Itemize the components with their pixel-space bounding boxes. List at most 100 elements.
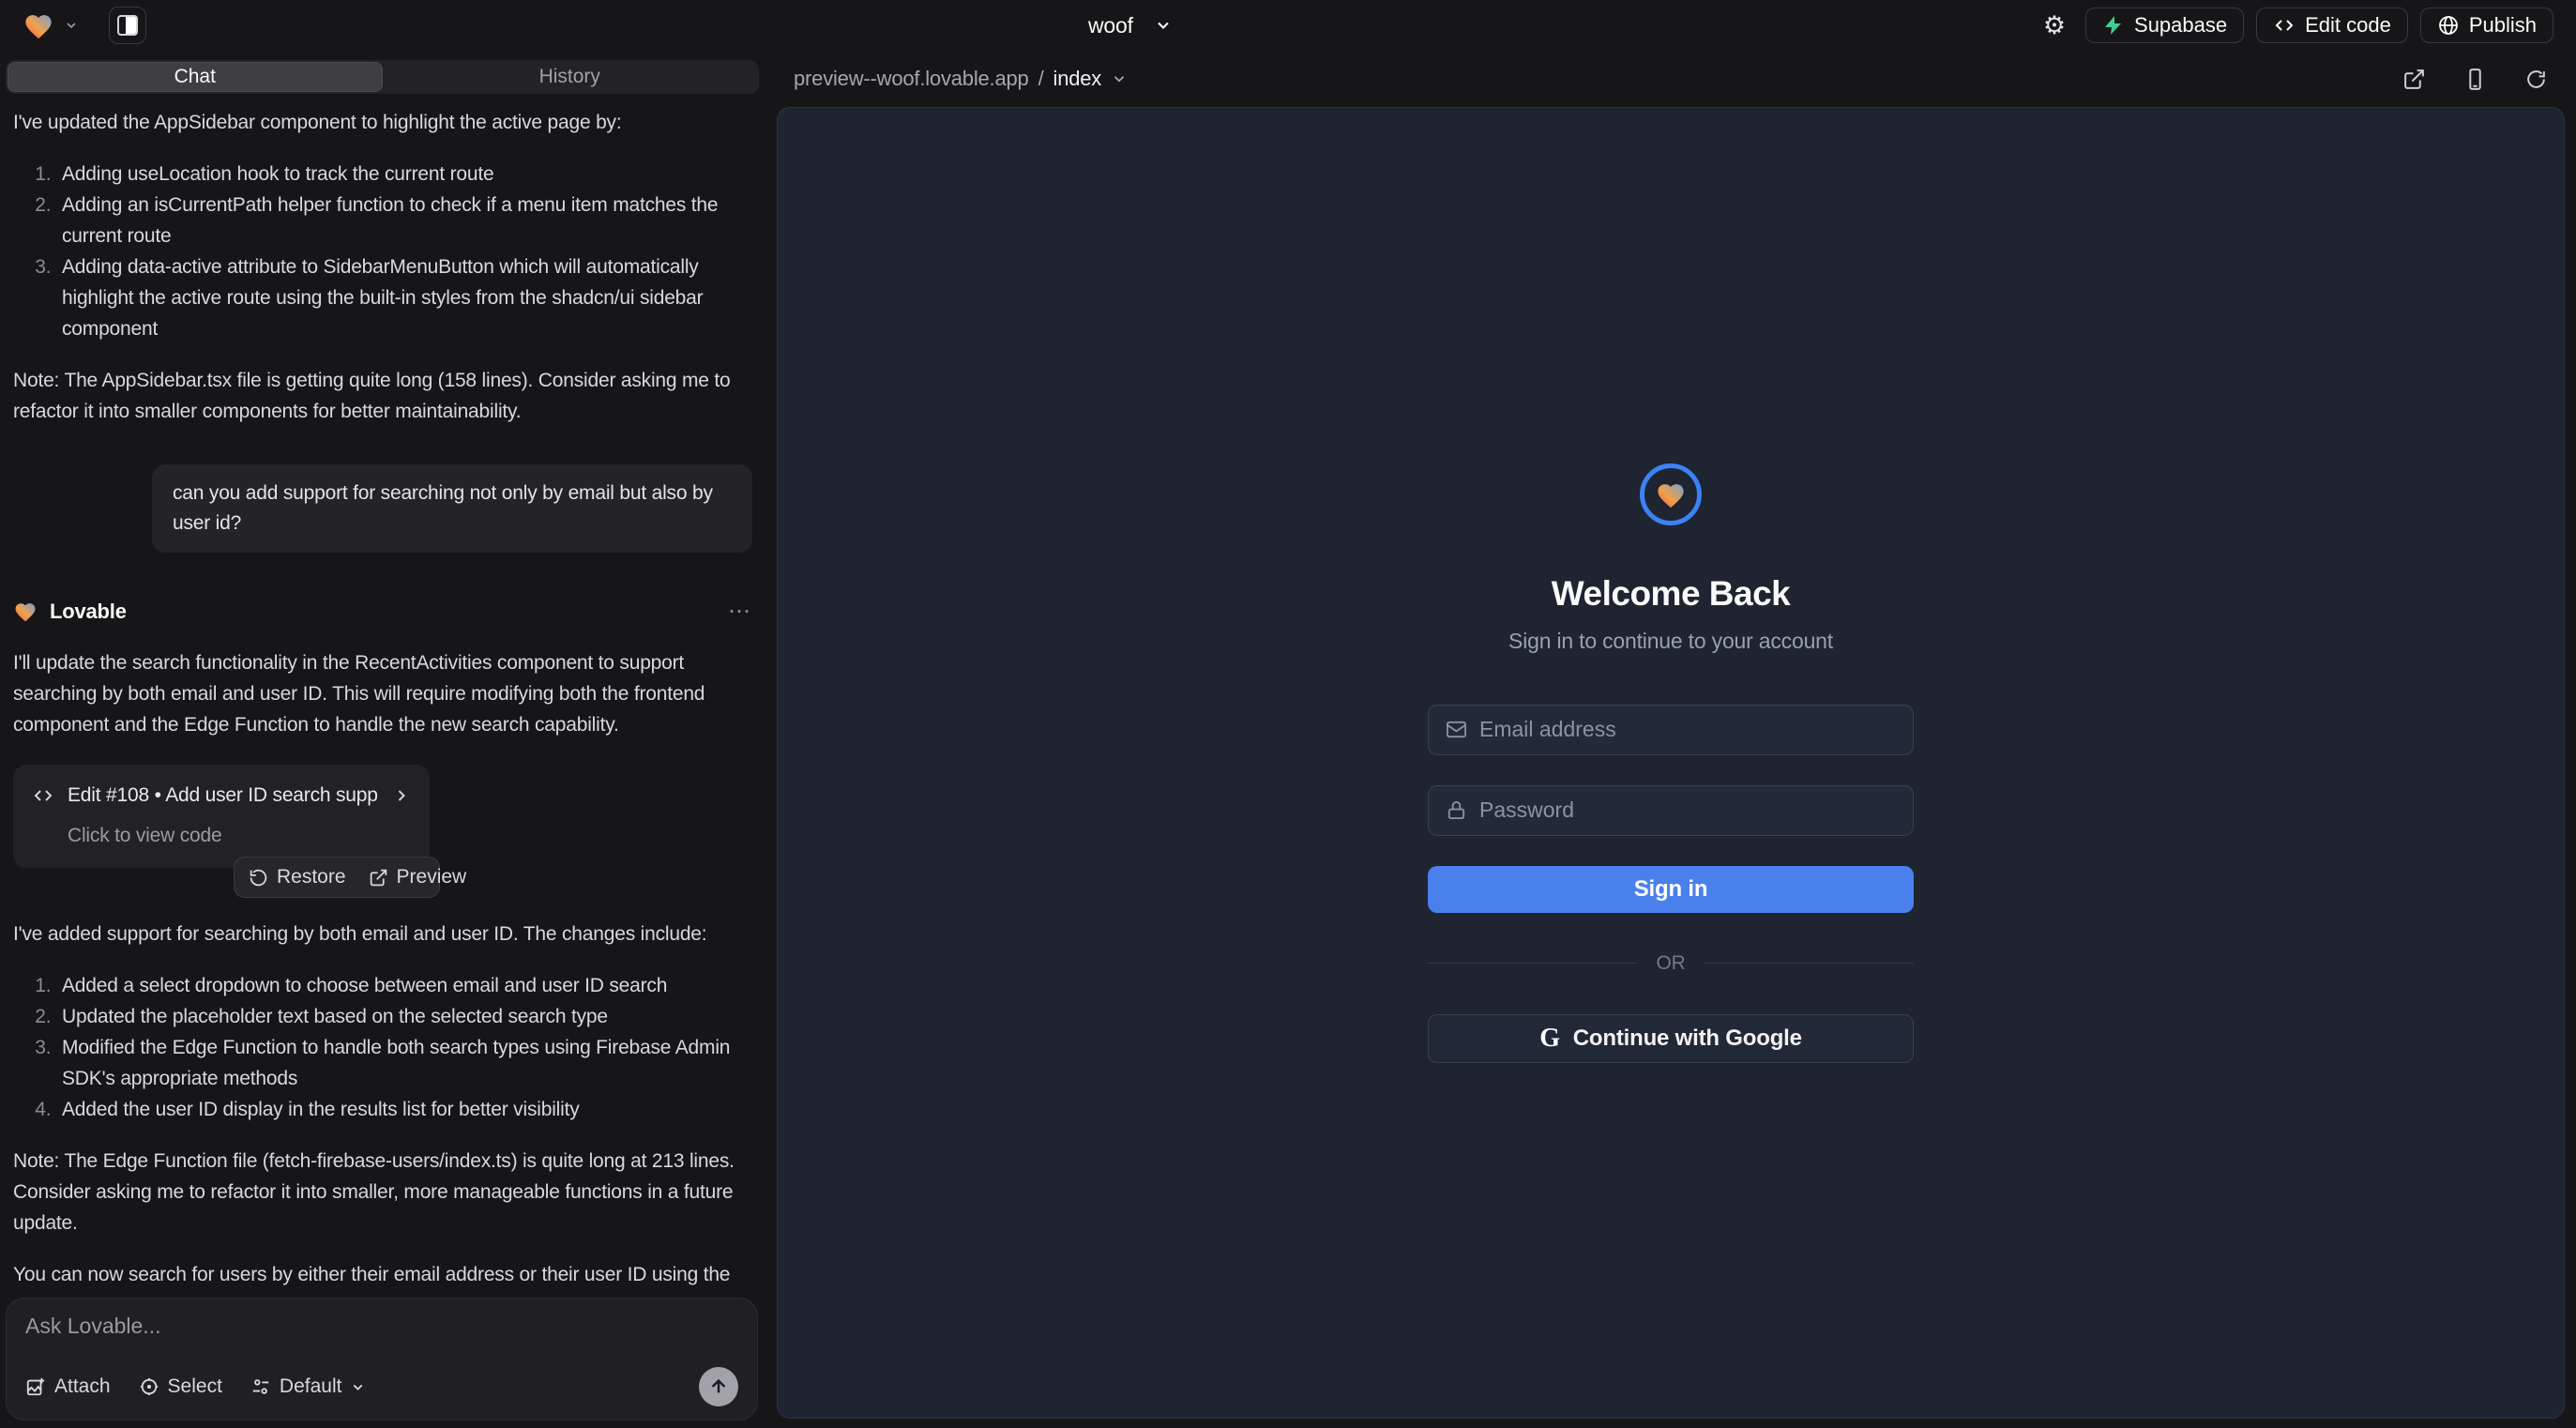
google-icon: G [1539,1024,1560,1054]
preview-toolbar: preview--woof.lovable.app / index [777,51,2565,107]
assistant-header: Lovable ⋯ [13,596,752,627]
composer: Attach Select Default [6,1298,758,1420]
preview-button[interactable]: Preview [369,866,467,889]
attach-button[interactable]: Attach [25,1375,111,1398]
list-item: Adding an isCurrentPath helper function … [56,190,752,251]
sign-in-card: Welcome Back Sign in to continue to your… [1428,463,1914,1063]
top-bar: woof ⚙ Supabase Edit code Publish [0,0,2576,51]
divider: OR [1428,952,1914,975]
list-item: Adding useLocation hook to track the cur… [56,159,752,190]
message-menu-button[interactable]: ⋯ [728,598,752,625]
mode-label: Default [280,1375,342,1398]
preview-viewport: Welcome Back Sign in to continue to your… [777,107,2565,1419]
assistant-message-text: I'll update the search functionality in … [13,647,752,740]
assistant-note-text: Note: The AppSidebar.tsx file is getting… [13,365,752,427]
preview-label: Preview [397,866,467,889]
image-plus-icon [25,1376,46,1397]
code-icon [32,784,54,807]
heart-icon [1655,480,1687,509]
open-in-new-tab-button[interactable] [2402,68,2426,91]
app-logo [1640,463,1702,525]
preview-domain: preview--woof.lovable.app [794,67,1029,91]
gear-icon: ⚙ [2043,13,2066,38]
edit-card-actions: Restore Preview [234,857,440,898]
lovable-heart-icon [13,600,38,622]
divider-label: OR [1656,952,1685,975]
refresh-icon [2524,68,2548,91]
list-item: Added the user ID display in the results… [56,1094,752,1125]
target-icon [139,1376,159,1397]
panel-icon [117,15,138,36]
password-input[interactable] [1479,798,1896,823]
publish-button[interactable]: Publish [2420,8,2553,43]
list-item: Modified the Edge Function to handle bot… [56,1032,752,1094]
project-name: woof [1088,13,1133,38]
lovable-heart-logo[interactable] [23,11,54,39]
attach-label: Attach [54,1375,111,1398]
edit-card[interactable]: Edit #108 • Add user ID search supp... C… [13,765,430,868]
edit-code-button[interactable]: Edit code [2256,8,2408,43]
sliders-icon [250,1376,271,1397]
supabase-button[interactable]: Supabase [2085,8,2244,43]
refresh-button[interactable] [2524,68,2548,91]
restore-button[interactable]: Restore [249,866,346,889]
assistant-message-text: I've added support for searching by both… [13,919,752,949]
mode-selector[interactable]: Default [250,1375,367,1398]
arrow-up-icon [708,1376,729,1397]
project-title[interactable]: woof [1088,13,1173,38]
edit-code-label: Edit code [2305,13,2391,38]
page-title: Welcome Back [1552,574,1791,614]
password-field[interactable] [1428,785,1914,836]
restore-icon [249,868,268,888]
tab-chat[interactable]: Chat [8,62,383,92]
mobile-view-button[interactable] [2463,68,2487,91]
external-link-icon [2402,68,2426,91]
assistant-message-text: You can now search for users by either t… [13,1259,752,1286]
lock-icon [1446,799,1467,821]
chevron-down-icon[interactable] [64,18,79,33]
supabase-icon [2102,14,2125,37]
smartphone-icon [2463,68,2487,91]
select-label: Select [168,1375,222,1398]
globe-icon [2437,14,2460,37]
chat-panel: Chat History I've updated the AppSidebar… [0,51,765,1428]
edit-card-subtitle: Click to view code [68,820,411,851]
preview-url-selector[interactable]: preview--woof.lovable.app / index [794,67,1128,91]
external-link-icon [369,868,388,888]
tab-history[interactable]: History [383,62,758,92]
publish-label: Publish [2469,13,2537,38]
user-message-bubble: can you add support for searching not on… [152,464,752,553]
send-button[interactable] [699,1367,738,1406]
restore-label: Restore [277,866,346,889]
supabase-label: Supabase [2134,13,2227,38]
email-field[interactable] [1428,705,1914,755]
code-icon [2273,14,2296,37]
assistant-numbered-list: Adding useLocation hook to track the cur… [13,159,752,344]
settings-button[interactable]: ⚙ [2036,8,2073,43]
email-input[interactable] [1479,717,1896,742]
assistant-numbered-list: Added a select dropdown to choose betwee… [13,970,752,1125]
chevron-down-icon [1154,16,1173,35]
edit-card-title: Edit #108 • Add user ID search supp... [68,780,379,811]
chat-tabs: Chat History [6,60,759,94]
preview-page: index [1053,67,1102,91]
page-subtitle: Sign in to continue to your account [1508,629,1833,654]
sign-in-button[interactable]: Sign in [1428,866,1914,913]
url-separator: / [1038,67,1044,91]
chat-input[interactable] [25,1314,738,1339]
list-item: Added a select dropdown to choose betwee… [56,970,752,1001]
assistant-name: Lovable [50,596,127,627]
chevron-down-icon [1111,70,1128,87]
mail-icon [1446,719,1467,740]
chevron-down-icon [350,1379,366,1395]
list-item: Updated the placeholder text based on th… [56,1001,752,1032]
google-label: Continue with Google [1573,1025,1802,1052]
list-item: Adding data-active attribute to SidebarM… [56,251,752,344]
chevron-right-icon [392,786,411,805]
assistant-message-text: I've updated the AppSidebar component to… [13,107,752,138]
chat-message-list[interactable]: I've updated the AppSidebar component to… [0,94,765,1286]
select-button[interactable]: Select [139,1375,222,1398]
sidebar-toggle-button[interactable] [109,7,146,44]
preview-panel: preview--woof.lovable.app / index [765,51,2576,1428]
google-sign-in-button[interactable]: G Continue with Google [1428,1014,1914,1063]
